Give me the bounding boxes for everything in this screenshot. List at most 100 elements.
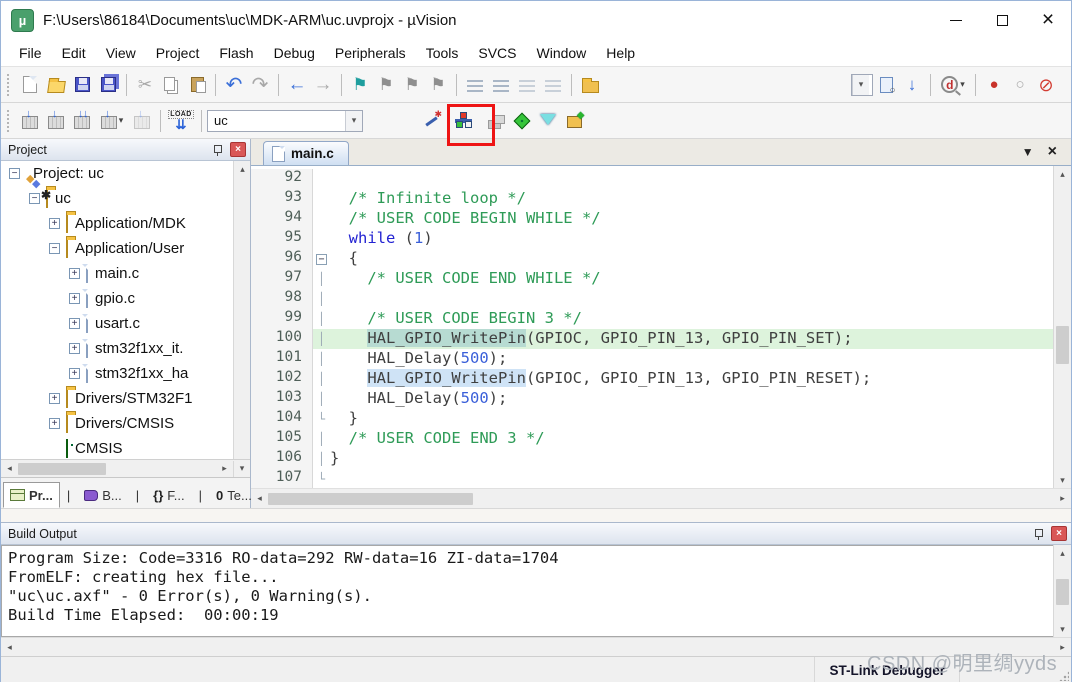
code-text[interactable]: /* USER CODE BEGIN WHILE */: [330, 209, 1053, 229]
enable-breakpoint-button[interactable]: ○: [1007, 72, 1033, 98]
goto-line-button[interactable]: ↓: [899, 72, 925, 98]
code-text[interactable]: {: [330, 249, 1053, 269]
scroll-left-icon[interactable]: ◂: [1, 639, 18, 655]
menu-item-peripherals[interactable]: Peripherals: [325, 42, 416, 64]
multi-project-button[interactable]: [483, 108, 509, 134]
code-text[interactable]: while (1): [330, 229, 1053, 249]
menu-item-file[interactable]: File: [9, 42, 52, 64]
prev-bookmark-button[interactable]: ⚑: [399, 72, 425, 98]
code-line-97[interactable]: 97 │ /* USER CODE END WHILE */: [251, 269, 1053, 289]
code-area[interactable]: 92 93 /* Infinite loop */94 /* USER CODE …: [251, 166, 1053, 488]
code-text[interactable]: /* USER CODE BEGIN 3 */: [330, 309, 1053, 329]
scroll-up-icon[interactable]: ▴: [234, 161, 250, 177]
indent-button[interactable]: [462, 72, 488, 98]
tree-item-usart-c[interactable]: + usart.c: [1, 311, 250, 336]
copy-button[interactable]: [158, 72, 184, 98]
menu-item-help[interactable]: Help: [596, 42, 645, 64]
fold-marker[interactable]: −: [313, 249, 330, 269]
menu-item-edit[interactable]: Edit: [52, 42, 96, 64]
panel-tab-b[interactable]: B...: [77, 482, 129, 508]
menu-item-tools[interactable]: Tools: [416, 42, 469, 64]
paste-button[interactable]: [184, 72, 210, 98]
translate-button[interactable]: [17, 108, 43, 134]
build-output-content[interactable]: Program Size: Code=3316 RO-data=292 RW-d…: [1, 545, 1053, 637]
code-text[interactable]: HAL_GPIO_WritePin(GPIOC, GPIO_PIN_13, GP…: [330, 369, 1053, 389]
disable-breakpoints-button[interactable]: ⊘: [1033, 72, 1059, 98]
code-line-93[interactable]: 93 /* Infinite loop */: [251, 189, 1053, 209]
scroll-down-icon[interactable]: ▾: [1054, 621, 1071, 637]
project-tree-vscrollbar[interactable]: ▴: [233, 161, 250, 459]
insert-breakpoint-button[interactable]: ●: [981, 72, 1007, 98]
tree-item-stm32f1xx-ha[interactable]: + stm32f1xx_ha: [1, 361, 250, 386]
code-text[interactable]: HAL_GPIO_WritePin(GPIOC, GPIO_PIN_13, GP…: [330, 329, 1053, 349]
code-line-95[interactable]: 95 while (1): [251, 229, 1053, 249]
tree-item-cmsis[interactable]: CMSIS: [1, 436, 250, 459]
code-line-107[interactable]: 107 └: [251, 469, 1053, 488]
close-document-button[interactable]: ×: [1048, 143, 1057, 161]
tab-main-c[interactable]: main.c: [263, 141, 349, 165]
scroll-left-icon[interactable]: ◂: [1, 461, 18, 477]
download-button[interactable]: LOAD ⇊: [166, 108, 196, 134]
code-text[interactable]: }: [330, 449, 1053, 469]
scroll-left-icon[interactable]: ◂: [251, 491, 268, 507]
stop-build-button[interactable]: [129, 108, 155, 134]
tree-expander-icon[interactable]: −: [9, 168, 20, 179]
pin-icon[interactable]: [210, 143, 224, 157]
menu-item-project[interactable]: Project: [146, 42, 210, 64]
panel-tab-pr[interactable]: Pr...: [3, 482, 60, 508]
editor-hscrollbar[interactable]: ◂ ▸: [251, 488, 1071, 508]
code-text[interactable]: [330, 469, 1053, 488]
find-in-files-dialog-button[interactable]: [873, 72, 899, 98]
target-select[interactable]: uc ▾: [207, 109, 363, 132]
build-button[interactable]: [43, 108, 69, 134]
search-dropdown-icon[interactable]: ▾: [852, 74, 869, 95]
select-software-packs-button[interactable]: [535, 108, 561, 134]
rebuild-button[interactable]: [69, 108, 95, 134]
fold-collapse-icon[interactable]: −: [316, 254, 327, 265]
navigate-forward-button[interactable]: →: [310, 72, 336, 98]
menu-item-window[interactable]: Window: [527, 42, 597, 64]
tree-item-project-uc[interactable]: − Project: uc: [1, 161, 250, 186]
tree-item-main-c[interactable]: + main.c: [1, 261, 250, 286]
menu-item-svcs[interactable]: SVCS: [468, 42, 526, 64]
project-panel-close-button[interactable]: ×: [230, 142, 246, 157]
clear-bookmarks-button[interactable]: ⚑: [425, 72, 451, 98]
code-line-99[interactable]: 99 │ /* USER CODE BEGIN 3 */: [251, 309, 1053, 329]
tree-item-uc[interactable]: − ✱ uc: [1, 186, 250, 211]
tree-expander-icon[interactable]: +: [49, 393, 60, 404]
batch-build-dropdown-icon[interactable]: ▾: [119, 115, 124, 126]
code-text[interactable]: }: [330, 409, 1053, 429]
toolbar-grip[interactable]: [7, 73, 12, 96]
close-button[interactable]: ×: [1025, 1, 1071, 39]
tree-expander-icon[interactable]: +: [69, 368, 80, 379]
find-in-files-button[interactable]: [577, 72, 603, 98]
tree-expander-icon[interactable]: +: [69, 293, 80, 304]
tree-expander-icon[interactable]: +: [49, 418, 60, 429]
manage-rte-button[interactable]: [451, 108, 477, 134]
code-text[interactable]: [330, 169, 1053, 189]
target-select-dropdown-icon[interactable]: ▾: [345, 110, 362, 131]
start-stop-debug-button[interactable]: d ▾: [936, 72, 970, 98]
tree-item-drivers-cmsis[interactable]: + Drivers/CMSIS: [1, 411, 250, 436]
scroll-right-icon[interactable]: ▸: [216, 461, 233, 477]
tree-expander-icon[interactable]: +: [49, 218, 60, 229]
batch-build-button[interactable]: ▾: [95, 108, 129, 134]
pack-installer-button[interactable]: [561, 108, 587, 134]
tree-expander-icon[interactable]: +: [69, 268, 80, 279]
pin-icon[interactable]: [1031, 527, 1045, 541]
tree-item-application-user[interactable]: − Application/User: [1, 236, 250, 261]
code-line-94[interactable]: 94 /* USER CODE BEGIN WHILE */: [251, 209, 1053, 229]
scroll-down-icon[interactable]: ▾: [1054, 472, 1071, 488]
tree-item-stm32f1xx-it-[interactable]: + stm32f1xx_it.: [1, 336, 250, 361]
code-line-101[interactable]: 101 │ HAL_Delay(500);: [251, 349, 1053, 369]
code-text[interactable]: /* USER CODE END WHILE */: [330, 269, 1053, 289]
tree-expander-icon[interactable]: +: [69, 343, 80, 354]
code-line-104[interactable]: 104 └ }: [251, 409, 1053, 429]
editor-vscrollbar[interactable]: ▴ ▾: [1053, 166, 1071, 488]
open-file-button[interactable]: [43, 72, 69, 98]
code-text[interactable]: HAL_Delay(500);: [330, 349, 1053, 369]
redo-button[interactable]: ↷: [247, 72, 273, 98]
tree-item-application-mdk[interactable]: + Application/MDK: [1, 211, 250, 236]
menu-item-debug[interactable]: Debug: [264, 42, 325, 64]
resize-grip[interactable]: [1059, 671, 1069, 681]
